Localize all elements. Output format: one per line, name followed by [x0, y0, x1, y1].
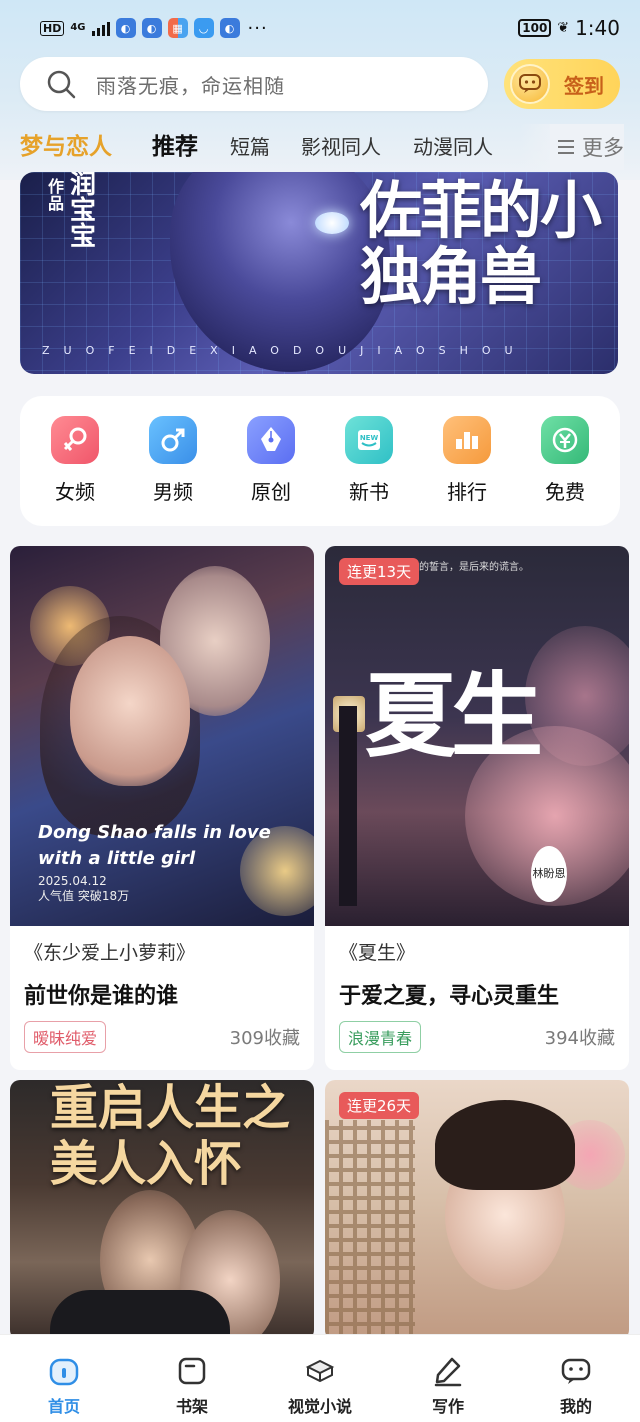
- category-free[interactable]: 免费: [516, 396, 614, 526]
- banner-title: 佐菲的小独角兽: [360, 174, 602, 313]
- tab-recommend[interactable]: 推荐: [152, 124, 198, 170]
- profile-icon: [561, 1358, 591, 1384]
- checkin-chat-icon: [510, 64, 550, 104]
- book-cover: Dong Shao falls in love with a little gi…: [10, 546, 314, 926]
- cover-title: 夏生: [365, 662, 543, 770]
- shopping-app-icon: ◡: [193, 18, 214, 38]
- featured-banner[interactable]: 作品 润宝宝 佐菲的小独角兽 ZUOFEIDEXIAODOUJIAOSHOU: [20, 172, 618, 374]
- book-card[interactable]: 重启人生之美人入怀: [10, 1080, 314, 1340]
- book-cover: 夏的誓言，是后来的谎言。 夏生 林盼恩 连更13天: [325, 546, 629, 926]
- tab-short[interactable]: 短篇: [230, 124, 270, 170]
- favorites-count: 394收藏: [544, 1028, 615, 1049]
- tab-film-fanfic[interactable]: 影视同人: [301, 124, 381, 170]
- free-yen-icon: [541, 416, 589, 464]
- clock: 1:40: [575, 16, 620, 40]
- female-icon: [51, 416, 99, 464]
- category-ranking[interactable]: 排行: [418, 396, 516, 526]
- power-saving-icon: ❦: [557, 20, 570, 36]
- category-shortcuts: 女频 男频 原创 NEW 新书 排行 免费: [20, 396, 620, 526]
- bottom-navigation: 首页 书架 视觉小说 写作 我的: [0, 1334, 640, 1422]
- network-type: 4G: [70, 22, 86, 33]
- ranking-icon: [443, 416, 491, 464]
- checkin-button[interactable]: 签到: [504, 59, 620, 109]
- book-cover: 连更26天: [325, 1080, 629, 1340]
- book-card[interactable]: 连更26天: [325, 1080, 629, 1340]
- nav-write[interactable]: 写作: [384, 1335, 512, 1422]
- pen-icon: [247, 416, 295, 464]
- book-tagline: 于爱之夏，寻心灵重生: [339, 984, 560, 1009]
- book-tagline: 前世你是谁的谁: [24, 984, 179, 1009]
- browser-app-icon: ◐: [115, 18, 136, 38]
- tabs-more-label: 更多: [582, 136, 624, 160]
- status-bar: HD 4G ◐ ◐ ▦ ◡ ◐ ··· 100 ❦ 1:40: [0, 0, 640, 56]
- book-title: 《夏生》: [339, 942, 416, 964]
- browser-app-icon: ◐: [219, 18, 240, 38]
- tab-brand[interactable]: 梦与恋人: [20, 124, 112, 170]
- write-icon: [434, 1357, 462, 1387]
- signal-icon: [91, 20, 110, 36]
- book-card[interactable]: Dong Shao falls in love with a little gi…: [10, 546, 314, 1070]
- hd-indicator: HD: [40, 20, 65, 36]
- nav-visual-novel[interactable]: 视觉小说: [256, 1335, 384, 1422]
- genre-tag[interactable]: 浪漫青春: [339, 1021, 422, 1053]
- category-tabs: 梦与恋人 推荐 短篇 影视同人 动漫同人 更多: [0, 124, 640, 170]
- cover-top-text: 夏的誓言，是后来的谎言。: [409, 562, 529, 573]
- book-cover: 重启人生之美人入怀: [10, 1080, 314, 1340]
- nav-profile[interactable]: 我的: [512, 1335, 640, 1422]
- nav-home[interactable]: 首页: [0, 1335, 128, 1422]
- category-original[interactable]: 原创: [222, 396, 320, 526]
- category-male[interactable]: 男频: [124, 396, 222, 526]
- battery-icon: 100: [518, 19, 552, 37]
- store-app-icon: ▦: [167, 18, 188, 38]
- home-icon: [49, 1358, 79, 1386]
- browser-app-icon: ◐: [141, 18, 162, 38]
- category-female[interactable]: 女频: [26, 396, 124, 526]
- new-book-icon: NEW: [345, 416, 393, 464]
- svg-text:NEW: NEW: [360, 434, 379, 442]
- favorites-count: 309收藏: [229, 1028, 300, 1049]
- cover-title: 重启人生之美人入怀: [50, 1080, 291, 1192]
- book-title: 《东少爱上小萝莉》: [24, 942, 196, 964]
- genre-tag[interactable]: 暧昧纯爱: [24, 1021, 107, 1053]
- cover-author: 林盼恩: [531, 846, 567, 902]
- search-row: 雨落无痕，命运相随 签到: [20, 57, 620, 111]
- banner-subtitle: ZUOFEIDEXIAODOUJIAOSHOU: [42, 344, 527, 357]
- search-icon: [47, 70, 76, 99]
- male-icon: [149, 416, 197, 464]
- search-placeholder: 雨落无痕，命运相随: [96, 73, 285, 98]
- search-input[interactable]: 雨落无痕，命运相随: [20, 57, 488, 111]
- cover-meta: 2025.04.12 人气值 突破18万: [38, 874, 130, 903]
- update-streak-badge: 连更13天: [339, 558, 420, 585]
- tabs-more-button[interactable]: 更多: [550, 124, 624, 170]
- menu-icon: [558, 140, 574, 154]
- checkin-label: 签到: [564, 73, 604, 98]
- book-card[interactable]: 夏的誓言，是后来的谎言。 夏生 林盼恩 连更13天 《夏生》 于爱之夏，寻心灵重…: [325, 546, 629, 1070]
- tab-anime-fanfic[interactable]: 动漫同人: [413, 124, 493, 170]
- cover-english-title: Dong Shao falls in love with a little gi…: [38, 822, 271, 869]
- update-streak-badge: 连更26天: [339, 1092, 420, 1119]
- more-notifications-icon: ···: [247, 17, 268, 39]
- visual-novel-icon: [305, 1359, 335, 1383]
- nav-bookshelf[interactable]: 书架: [128, 1335, 256, 1422]
- bookshelf-icon: [178, 1357, 206, 1385]
- category-new-books[interactable]: NEW 新书: [320, 396, 418, 526]
